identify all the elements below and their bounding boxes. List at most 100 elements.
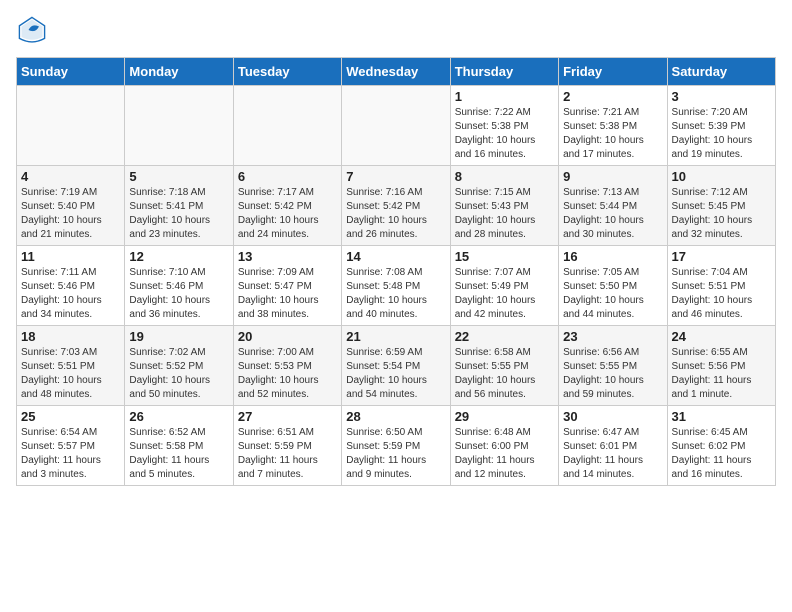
calendar-day-header: Friday	[559, 58, 667, 86]
calendar-cell: 5Sunrise: 7:18 AM Sunset: 5:41 PM Daylig…	[125, 166, 233, 246]
day-number: 8	[455, 169, 554, 184]
page-header	[16, 16, 776, 49]
day-info: Sunrise: 6:51 AM Sunset: 5:59 PM Dayligh…	[238, 426, 337, 482]
day-number: 25	[21, 409, 120, 424]
day-info: Sunrise: 7:19 AM Sunset: 5:40 PM Dayligh…	[21, 186, 120, 242]
calendar-day-header: Monday	[125, 58, 233, 86]
calendar-cell: 3 Sunrise: 7:20 AM Sunset: 5:39 PM Daylig…	[667, 86, 775, 166]
calendar-cell: 4 Sunrise: 7:19 AM Sunset: 5:40 PM Daylig…	[17, 166, 125, 246]
day-number: 29	[455, 409, 554, 424]
day-number: 1	[455, 89, 554, 104]
calendar-cell: 2Sunrise: 7:21 AM Sunset: 5:38 PM Daylig…	[559, 86, 667, 166]
day-number: 20	[238, 329, 337, 344]
day-info: Sunrise: 7:08 AM Sunset: 5:48 PM Dayligh…	[346, 266, 445, 322]
calendar-cell: 23 Sunrise: 6:56 AM Sunset: 5:55 PM Dayli…	[559, 326, 667, 406]
calendar-cell: 22 Sunrise: 6:58 AM Sunset: 5:55 PM Dayli…	[450, 326, 558, 406]
day-info: Sunrise: 7:02 AM Sunset: 5:52 PM Dayligh…	[129, 346, 228, 402]
calendar-cell: 19 Sunrise: 7:02 AM Sunset: 5:52 PM Dayli…	[125, 326, 233, 406]
calendar-cell: 30 Sunrise: 6:47 AM Sunset: 6:01 PM Dayli…	[559, 406, 667, 486]
logo	[16, 16, 46, 49]
day-number: 17	[672, 249, 771, 264]
day-number: 7	[346, 169, 445, 184]
calendar-cell: 27Sunrise: 6:51 AM Sunset: 5:59 PM Dayli…	[233, 406, 341, 486]
calendar-cell: 17 Sunrise: 7:04 AM Sunset: 5:51 PM Dayli…	[667, 246, 775, 326]
day-number: 22	[455, 329, 554, 344]
day-info: Sunrise: 7:17 AM Sunset: 5:42 PM Dayligh…	[238, 186, 337, 242]
day-number: 14	[346, 249, 445, 264]
calendar-cell	[342, 86, 450, 166]
calendar-cell: 13 Sunrise: 7:09 AM Sunset: 5:47 PM Dayli…	[233, 246, 341, 326]
calendar-week-row: 11Sunrise: 7:11 AM Sunset: 5:46 PM Dayli…	[17, 246, 776, 326]
calendar-cell: 7 Sunrise: 7:16 AM Sunset: 5:42 PM Daylig…	[342, 166, 450, 246]
day-number: 10	[672, 169, 771, 184]
calendar-table: SundayMondayTuesdayWednesdayThursdayFrid…	[16, 57, 776, 486]
calendar-cell: 25 Sunrise: 6:54 AM Sunset: 5:57 PM Dayli…	[17, 406, 125, 486]
day-info: Sunrise: 6:45 AM Sunset: 6:02 PM Dayligh…	[672, 426, 771, 482]
day-number: 23	[563, 329, 662, 344]
calendar-day-header: Sunday	[17, 58, 125, 86]
calendar-cell: 29Sunrise: 6:48 AM Sunset: 6:00 PM Dayli…	[450, 406, 558, 486]
day-number: 28	[346, 409, 445, 424]
day-info: Sunrise: 7:05 AM Sunset: 5:50 PM Dayligh…	[563, 266, 662, 322]
day-info: Sunrise: 7:12 AM Sunset: 5:45 PM Dayligh…	[672, 186, 771, 242]
day-number: 9	[563, 169, 662, 184]
calendar-cell: 15Sunrise: 7:07 AM Sunset: 5:49 PM Dayli…	[450, 246, 558, 326]
calendar-cell	[17, 86, 125, 166]
calendar-cell: 8 Sunrise: 7:15 AM Sunset: 5:43 PM Daylig…	[450, 166, 558, 246]
day-info: Sunrise: 6:58 AM Sunset: 5:55 PM Dayligh…	[455, 346, 554, 402]
day-info: Sunrise: 7:10 AM Sunset: 5:46 PM Dayligh…	[129, 266, 228, 322]
calendar-cell: 18 Sunrise: 7:03 AM Sunset: 5:51 PM Dayli…	[17, 326, 125, 406]
calendar-cell: 10 Sunrise: 7:12 AM Sunset: 5:45 PM Dayli…	[667, 166, 775, 246]
calendar-week-row: 25 Sunrise: 6:54 AM Sunset: 5:57 PM Dayli…	[17, 406, 776, 486]
day-info: Sunrise: 7:21 AM Sunset: 5:38 PM Dayligh…	[563, 106, 662, 162]
calendar-cell: 11Sunrise: 7:11 AM Sunset: 5:46 PM Dayli…	[17, 246, 125, 326]
calendar-day-header: Saturday	[667, 58, 775, 86]
day-number: 5	[129, 169, 228, 184]
calendar-cell: 20 Sunrise: 7:00 AM Sunset: 5:53 PM Dayli…	[233, 326, 341, 406]
calendar-cell	[233, 86, 341, 166]
day-info: Sunrise: 7:09 AM Sunset: 5:47 PM Dayligh…	[238, 266, 337, 322]
calendar-cell: 26Sunrise: 6:52 AM Sunset: 5:58 PM Dayli…	[125, 406, 233, 486]
day-info: Sunrise: 7:04 AM Sunset: 5:51 PM Dayligh…	[672, 266, 771, 322]
day-info: Sunrise: 6:47 AM Sunset: 6:01 PM Dayligh…	[563, 426, 662, 482]
calendar-cell: 12 Sunrise: 7:10 AM Sunset: 5:46 PM Dayli…	[125, 246, 233, 326]
day-info: Sunrise: 7:15 AM Sunset: 5:43 PM Dayligh…	[455, 186, 554, 242]
calendar-cell	[125, 86, 233, 166]
day-info: Sunrise: 6:54 AM Sunset: 5:57 PM Dayligh…	[21, 426, 120, 482]
day-number: 30	[563, 409, 662, 424]
calendar-cell: 1 Sunrise: 7:22 AM Sunset: 5:38 PM Daylig…	[450, 86, 558, 166]
calendar-cell: 28 Sunrise: 6:50 AM Sunset: 5:59 PM Dayli…	[342, 406, 450, 486]
day-number: 13	[238, 249, 337, 264]
day-number: 24	[672, 329, 771, 344]
calendar-cell: 14 Sunrise: 7:08 AM Sunset: 5:48 PM Dayli…	[342, 246, 450, 326]
calendar-header-row: SundayMondayTuesdayWednesdayThursdayFrid…	[17, 58, 776, 86]
day-info: Sunrise: 6:56 AM Sunset: 5:55 PM Dayligh…	[563, 346, 662, 402]
day-number: 21	[346, 329, 445, 344]
day-number: 12	[129, 249, 228, 264]
calendar-cell: 16 Sunrise: 7:05 AM Sunset: 5:50 PM Dayli…	[559, 246, 667, 326]
calendar-week-row: 4 Sunrise: 7:19 AM Sunset: 5:40 PM Daylig…	[17, 166, 776, 246]
day-info: Sunrise: 7:13 AM Sunset: 5:44 PM Dayligh…	[563, 186, 662, 242]
day-info: Sunrise: 7:07 AM Sunset: 5:49 PM Dayligh…	[455, 266, 554, 322]
calendar-day-header: Wednesday	[342, 58, 450, 86]
day-number: 18	[21, 329, 120, 344]
calendar-cell: 9 Sunrise: 7:13 AM Sunset: 5:44 PM Daylig…	[559, 166, 667, 246]
day-info: Sunrise: 7:20 AM Sunset: 5:39 PM Dayligh…	[672, 106, 771, 162]
calendar-week-row: 18 Sunrise: 7:03 AM Sunset: 5:51 PM Dayli…	[17, 326, 776, 406]
day-info: Sunrise: 7:00 AM Sunset: 5:53 PM Dayligh…	[238, 346, 337, 402]
calendar-cell: 21Sunrise: 6:59 AM Sunset: 5:54 PM Dayli…	[342, 326, 450, 406]
day-info: Sunrise: 6:55 AM Sunset: 5:56 PM Dayligh…	[672, 346, 771, 402]
day-number: 4	[21, 169, 120, 184]
calendar-week-row: 1 Sunrise: 7:22 AM Sunset: 5:38 PM Daylig…	[17, 86, 776, 166]
day-number: 3	[672, 89, 771, 104]
day-info: Sunrise: 7:03 AM Sunset: 5:51 PM Dayligh…	[21, 346, 120, 402]
day-info: Sunrise: 7:22 AM Sunset: 5:38 PM Dayligh…	[455, 106, 554, 162]
day-number: 16	[563, 249, 662, 264]
day-info: Sunrise: 7:16 AM Sunset: 5:42 PM Dayligh…	[346, 186, 445, 242]
day-info: Sunrise: 6:50 AM Sunset: 5:59 PM Dayligh…	[346, 426, 445, 482]
calendar-day-header: Tuesday	[233, 58, 341, 86]
day-number: 31	[672, 409, 771, 424]
calendar-day-header: Thursday	[450, 58, 558, 86]
day-number: 26	[129, 409, 228, 424]
day-number: 19	[129, 329, 228, 344]
